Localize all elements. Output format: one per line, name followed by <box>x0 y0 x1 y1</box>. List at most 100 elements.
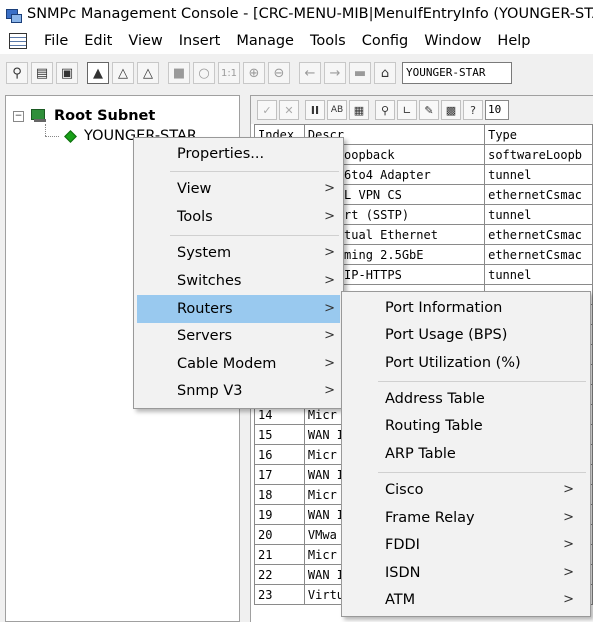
zoom-in-icon[interactable]: ⊕ <box>243 62 265 84</box>
rows-spinner[interactable]: 10 <box>485 100 509 120</box>
routers-submenu-item-cisco[interactable]: Cisco > <box>342 476 590 504</box>
menu-item-label: ISDN <box>385 565 421 581</box>
zoom-icon[interactable]: ○ <box>193 62 215 84</box>
menu-item-label: Tools <box>177 209 213 225</box>
routers-submenu-item-fddi[interactable]: FDDI > <box>342 531 590 559</box>
chevron-right-icon: > <box>563 482 574 497</box>
properties-icon[interactable]: ▤ <box>31 62 53 84</box>
menu-item-label: Port Information <box>385 300 503 316</box>
menu-item-label: Cable Modem <box>177 356 277 372</box>
pencil-icon[interactable]: ✎ <box>419 100 439 120</box>
menu-bar: File Edit View Insert Manage Tools Confi… <box>0 28 593 54</box>
device-status-icon <box>64 129 77 143</box>
bells-icon[interactable]: △ <box>137 62 159 84</box>
help-icon[interactable]: ? <box>463 100 483 120</box>
chart-box-icon[interactable]: ▦ <box>349 100 369 120</box>
menu-item-label: ARP Table <box>385 446 456 462</box>
home-icon[interactable]: ⌂ <box>374 62 396 84</box>
menu-divider <box>170 171 339 172</box>
forward-arrow-icon[interactable]: → <box>324 62 346 84</box>
cell-index: 19 <box>254 504 305 525</box>
context-menu-item-routers[interactable]: Routers > <box>137 295 340 323</box>
cell-type: ethernetCsmac <box>484 244 593 265</box>
cell-type: ethernetCsmac <box>484 224 593 245</box>
context-menu-item-system[interactable]: System > <box>134 239 343 267</box>
context-menu-item-switches[interactable]: Switches > <box>134 267 343 295</box>
context-menu-item-servers[interactable]: Servers > <box>134 322 343 350</box>
context-menu-item-snmp-v3[interactable]: Snmp V3 > <box>134 377 343 405</box>
menu-config[interactable]: Config <box>354 33 417 49</box>
chevron-right-icon: > <box>324 273 335 288</box>
menu-item-label: System <box>177 245 232 261</box>
menu-item-label: Servers <box>177 328 233 344</box>
menu-item-label: Frame Relay <box>385 510 475 526</box>
chevron-right-icon: > <box>324 383 335 398</box>
chevron-right-icon: > <box>563 537 574 552</box>
save-icon[interactable]: ▩ <box>441 100 461 120</box>
main-toolbar: ⚲ ▤ ▣ ▲ △ △ ■ ○ 1:1 ⊕ ⊖ ← → ▬ ⌂ YOUNGER-… <box>0 57 593 89</box>
chevron-right-icon: > <box>563 565 574 580</box>
cell-type: ethernetCsmac <box>484 184 593 205</box>
column-header-type[interactable]: Type <box>484 124 593 145</box>
alarm-bell-icon[interactable]: ▲ <box>87 62 109 84</box>
cell-index: 20 <box>254 524 305 545</box>
routers-submenu-item-address-table[interactable]: Address Table <box>342 385 590 413</box>
menu-item-label: ATM <box>385 592 416 608</box>
menu-manage[interactable]: Manage <box>228 33 302 49</box>
cell-index: 15 <box>254 424 305 445</box>
subnet-icon <box>30 109 48 123</box>
menu-window[interactable]: Window <box>416 33 489 49</box>
zoom-one-to-one-icon[interactable]: 1:1 <box>218 62 240 84</box>
cell-type: softwareLoopb <box>484 144 593 165</box>
menu-insert[interactable]: Insert <box>171 33 229 49</box>
chevron-right-icon: > <box>324 245 335 260</box>
binoculars-icon[interactable]: ⚲ <box>375 100 395 120</box>
title-bar: SNMPc Management Console - [CRC-MENU-MIB… <box>0 0 593 28</box>
bell-clear-icon[interactable]: △ <box>112 62 134 84</box>
routers-submenu-item-frame-relay[interactable]: Frame Relay > <box>342 504 590 532</box>
context-menu-item-cable-modem[interactable]: Cable Modem > <box>134 350 343 378</box>
check-icon[interactable]: ✓ <box>257 100 277 120</box>
menu-tools[interactable]: Tools <box>302 33 354 49</box>
menu-item-label: Properties... <box>177 146 265 162</box>
context-menu-item-tools[interactable]: Tools > <box>134 203 343 231</box>
routers-submenu-item-port-usage-bps[interactable]: Port Usage (BPS) <box>342 321 590 349</box>
folder-icon[interactable]: ▬ <box>349 62 371 84</box>
routers-submenu-item-isdn[interactable]: ISDN > <box>342 559 590 587</box>
cell-index: 21 <box>254 544 305 565</box>
cell-index: 17 <box>254 464 305 485</box>
cross-icon[interactable]: ✕ <box>279 100 299 120</box>
routers-submenu-item-port-utilization[interactable]: Port Utilization (%) <box>342 349 590 377</box>
menu-item-label: Snmp V3 <box>177 383 243 399</box>
line-chart-icon[interactable]: ∟ <box>397 100 417 120</box>
context-menu-item-view[interactable]: View > <box>134 175 343 203</box>
cell-type: tunnel <box>484 264 593 285</box>
menu-item-label: View <box>177 181 212 197</box>
lock-icon[interactable]: ▣ <box>56 62 78 84</box>
routers-submenu-item-port-information[interactable]: Port Information <box>342 294 590 322</box>
menu-edit[interactable]: Edit <box>76 33 120 49</box>
pause-icon[interactable]: II <box>305 100 325 120</box>
system-menu-icon[interactable] <box>9 33 27 49</box>
chevron-right-icon: > <box>324 181 335 196</box>
menu-help[interactable]: Help <box>489 33 538 49</box>
routers-submenu-item-atm[interactable]: ATM > <box>342 586 590 614</box>
routers-submenu-item-arp-table[interactable]: ARP Table <box>342 440 590 468</box>
stop-icon[interactable]: ■ <box>168 62 190 84</box>
menu-item-label: Routing Table <box>385 418 483 434</box>
menu-item-label: Cisco <box>385 482 424 498</box>
cell-index: 16 <box>254 444 305 465</box>
context-menu-item-properties[interactable]: Properties... <box>134 140 343 168</box>
cell-index: 22 <box>254 564 305 585</box>
back-arrow-icon[interactable]: ← <box>299 62 321 84</box>
text-icon[interactable]: AB <box>327 100 347 120</box>
zoom-out-icon[interactable]: ⊖ <box>268 62 290 84</box>
tree-node-root-subnet[interactable]: − Root Subnet <box>13 108 155 124</box>
routers-submenu-item-routing-table[interactable]: Routing Table <box>342 412 590 440</box>
device-combo[interactable]: YOUNGER-STAR <box>402 62 512 84</box>
binoculars-icon[interactable]: ⚲ <box>6 62 28 84</box>
tree-expander[interactable]: − <box>13 110 24 122</box>
menu-view[interactable]: View <box>120 33 170 49</box>
menu-item-label: FDDI <box>385 537 420 553</box>
menu-file[interactable]: File <box>36 33 76 49</box>
